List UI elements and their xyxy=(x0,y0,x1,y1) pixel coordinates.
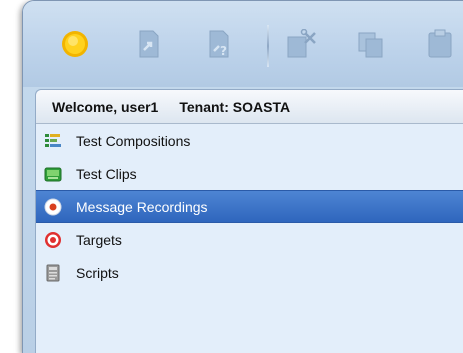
clip-icon xyxy=(44,165,62,183)
nav-item-test-clips[interactable]: Test Clips xyxy=(36,157,463,190)
nav-item-targets[interactable]: Targets xyxy=(36,223,463,256)
compositions-icon xyxy=(44,132,62,150)
copy-icon[interactable] xyxy=(356,29,386,59)
welcome-text: Welcome, user1 xyxy=(52,98,159,115)
nav-list: Test Compositions Test Clips Message Rec… xyxy=(36,124,463,289)
nav-item-message-recordings[interactable]: Message Recordings xyxy=(36,190,463,223)
nav-item-label: Test Clips xyxy=(76,165,137,182)
help-document-icon[interactable]: ? xyxy=(203,29,233,59)
nav-item-label: Scripts xyxy=(76,264,119,281)
tenant-text: Tenant: SOASTA xyxy=(179,98,291,115)
paste-icon[interactable] xyxy=(425,29,455,59)
export-icon[interactable] xyxy=(133,29,163,59)
navigation-panel: Welcome, user1 Tenant: SOASTA Test Compo… xyxy=(35,89,463,353)
nav-item-scripts[interactable]: Scripts xyxy=(36,256,463,289)
toolbar-separator xyxy=(267,25,269,67)
svg-text:?: ? xyxy=(220,44,227,58)
toolbar: ? xyxy=(23,1,463,87)
app-window: ? Welcome, user1 Tenant: SOASTA Test Com… xyxy=(22,0,463,353)
nav-item-label: Targets xyxy=(76,231,122,248)
nav-item-label: Test Compositions xyxy=(76,132,191,149)
nav-item-test-compositions[interactable]: Test Compositions xyxy=(36,124,463,157)
cut-document-icon[interactable] xyxy=(285,28,319,59)
recording-icon xyxy=(44,198,62,216)
welcome-bar: Welcome, user1 Tenant: SOASTA xyxy=(36,90,463,124)
script-icon xyxy=(44,264,62,282)
target-icon xyxy=(44,231,62,249)
nav-item-label: Message Recordings xyxy=(76,198,208,215)
sun-icon[interactable] xyxy=(60,29,90,59)
